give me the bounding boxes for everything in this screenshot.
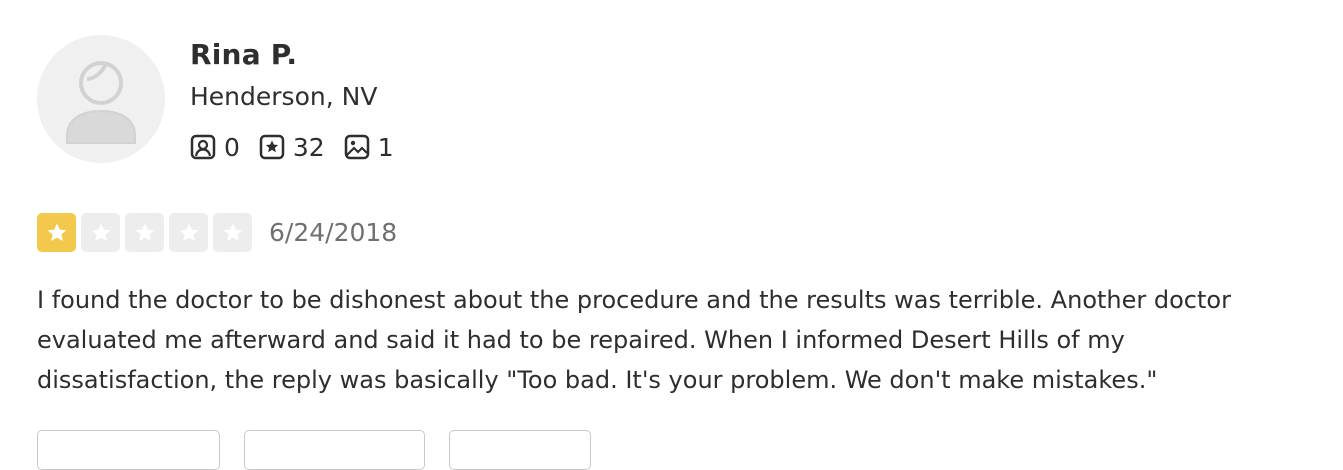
default-user-icon bbox=[66, 61, 136, 144]
star-icon-empty bbox=[213, 213, 252, 252]
star-icon-empty bbox=[81, 213, 120, 252]
review-text-line: dissatisfaction, the reply was basically… bbox=[37, 366, 1158, 394]
review-text-line: I found the doctor to be dishonest about… bbox=[37, 286, 1231, 314]
friends-stat: 0 bbox=[190, 133, 240, 162]
star-rating bbox=[37, 213, 257, 252]
star-icon-empty bbox=[125, 213, 164, 252]
photo-icon bbox=[344, 134, 369, 160]
star-icon-filled bbox=[37, 213, 76, 252]
user-name[interactable]: Rina P. bbox=[190, 38, 297, 71]
photos-count: 1 bbox=[377, 132, 394, 162]
funny-button[interactable] bbox=[244, 430, 425, 470]
review-star-icon bbox=[259, 134, 285, 160]
photos-stat: 1 bbox=[344, 133, 394, 162]
review-date: 6/24/2018 bbox=[269, 218, 398, 247]
reviews-count: 32 bbox=[292, 132, 325, 162]
cool-button[interactable] bbox=[449, 430, 591, 470]
friends-icon bbox=[190, 134, 216, 160]
useful-button[interactable] bbox=[37, 430, 220, 470]
reviews-stat: 32 bbox=[259, 133, 325, 162]
review-text-line: evaluated me afterward and said it had t… bbox=[37, 326, 1125, 354]
user-stats: 0 32 1 bbox=[190, 131, 413, 163]
user-location: Henderson, NV bbox=[190, 82, 378, 111]
review-text: I found the doctor to be dishonest about… bbox=[37, 280, 1337, 400]
star-icon-empty bbox=[169, 213, 208, 252]
friends-count: 0 bbox=[224, 132, 240, 162]
user-avatar[interactable] bbox=[37, 35, 165, 163]
